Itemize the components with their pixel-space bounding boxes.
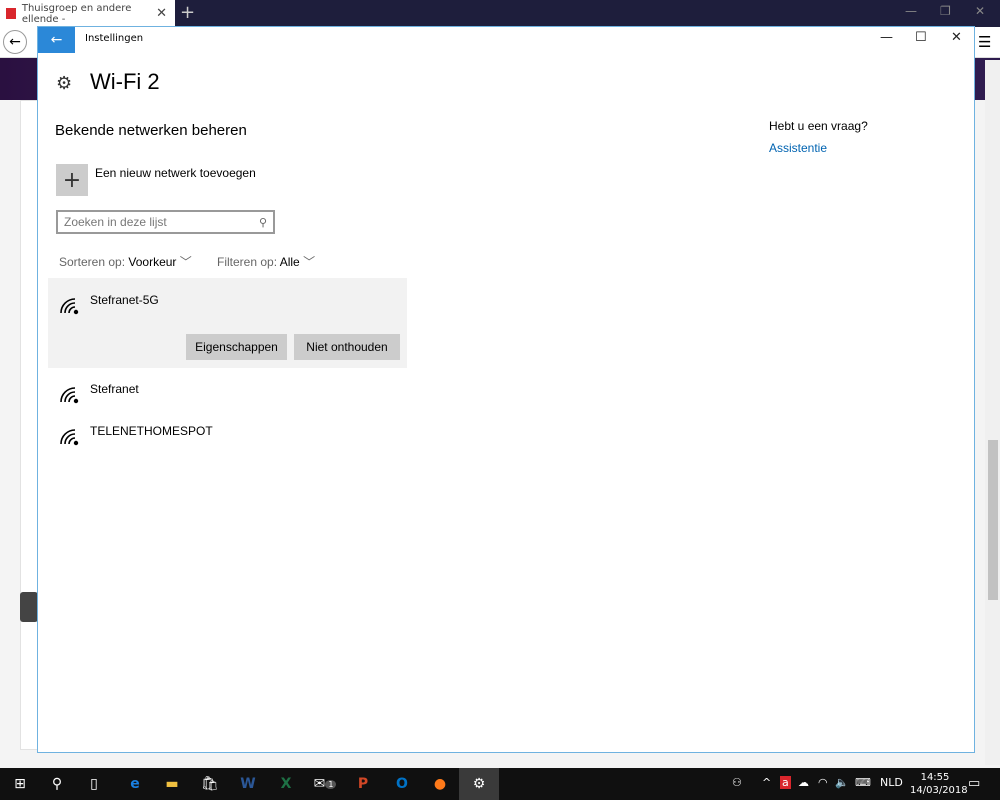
- antivirus-icon[interactable]: a: [780, 776, 791, 789]
- wifi-icon[interactable]: ◠: [818, 776, 828, 789]
- new-tab-button[interactable]: +: [180, 2, 195, 23]
- section-title: Bekende netwerken beheren: [55, 122, 247, 139]
- sort-dropdown[interactable]: Sorteren op: Voorkeur ﹀: [59, 253, 192, 270]
- powerpoint-icon[interactable]: P: [343, 768, 383, 800]
- browser-restore-button[interactable]: ❐: [940, 4, 951, 18]
- tab-title: Thuisgroep en andere ellende -: [21, 2, 132, 25]
- assistance-link[interactable]: Assistentie: [769, 141, 827, 155]
- start-icon[interactable]: ⊞: [0, 768, 40, 800]
- settings-icon[interactable]: ⚙: [459, 768, 499, 800]
- mail-icon[interactable]: ✉ 1: [305, 768, 345, 800]
- title-bar: [38, 27, 974, 53]
- sort-label: Sorteren op:: [59, 255, 126, 269]
- volume-icon[interactable]: 🔈: [835, 776, 849, 789]
- edge-icon[interactable]: e: [115, 768, 155, 800]
- firefox-icon[interactable]: ●: [420, 768, 460, 800]
- wifi-icon: [60, 429, 79, 446]
- maximize-button[interactable]: ☐: [915, 30, 927, 45]
- browser-close-button[interactable]: ✕: [975, 4, 985, 18]
- wifi-icon: [60, 298, 79, 315]
- search-input[interactable]: [64, 215, 259, 229]
- background-page-panel: [20, 100, 38, 750]
- clock[interactable]: 14:55 14/03/2018: [910, 771, 968, 797]
- action-center-icon[interactable]: ▭: [968, 776, 980, 791]
- back-button[interactable]: ←: [38, 27, 75, 53]
- browser-back-button[interactable]: ←: [3, 30, 27, 54]
- outlook-icon[interactable]: O: [382, 768, 422, 800]
- people-icon[interactable]: ⚇: [732, 776, 742, 789]
- date: 14/03/2018: [910, 785, 968, 796]
- filter-value: Alle: [279, 255, 300, 269]
- tab-close-icon[interactable]: ✕: [156, 6, 167, 21]
- search-icon[interactable]: ⚲: [259, 216, 267, 229]
- filter-dropdown[interactable]: Filteren op: Alle ﹀: [217, 253, 315, 270]
- browser-tab[interactable]: Thuisgroep en andere ellende - ✕: [0, 0, 175, 27]
- chevron-down-icon: ﹀: [179, 255, 192, 269]
- add-network-label[interactable]: Een nieuw netwerk toevoegen: [95, 166, 256, 180]
- help-question: Hebt u een vraag?: [769, 119, 868, 133]
- chevron-down-icon: ﹀: [303, 255, 316, 269]
- settings-window: ← Instellingen — ☐ ✕ ⚙ Wi-Fi 2 Bekende n…: [37, 26, 975, 753]
- background-page-button: [20, 592, 38, 622]
- store-icon[interactable]: 🛍: [190, 768, 230, 800]
- time: 14:55: [920, 772, 950, 783]
- task-view-icon[interactable]: ▯: [74, 768, 114, 800]
- network-name: Stefranet: [90, 382, 139, 396]
- taskbar: ⊞ ⚲ ▯ e ▬ 🛍 W X ✉ 1 P O ● ⚙ ⚇ ^ a ☁ ◠ 🔈 ⌨…: [0, 768, 1000, 800]
- browser-menu-button[interactable]: ☰: [978, 33, 991, 51]
- search-icon[interactable]: ⚲: [37, 768, 77, 800]
- gear-icon: ⚙: [56, 73, 73, 94]
- browser-scrollbar[interactable]: [985, 60, 1000, 765]
- network-name: TELENETHOMESPOT: [90, 424, 213, 438]
- minimize-button[interactable]: —: [880, 30, 893, 45]
- sort-value: Voorkeur: [128, 255, 177, 269]
- add-network-button[interactable]: +: [56, 164, 88, 196]
- browser-minimize-button[interactable]: —: [905, 4, 917, 18]
- wifi-icon: [60, 387, 79, 404]
- onedrive-icon[interactable]: ☁: [798, 776, 809, 789]
- mail-badge: 1: [325, 779, 337, 789]
- show-hidden-icons[interactable]: ^: [762, 776, 771, 789]
- keyboard-icon[interactable]: ⌨: [855, 776, 871, 789]
- page-title: Wi-Fi 2: [90, 69, 160, 94]
- forget-button[interactable]: Niet onthouden: [294, 334, 400, 360]
- scrollbar-thumb[interactable]: [988, 440, 998, 600]
- file-explorer-icon[interactable]: ▬: [152, 768, 192, 800]
- close-button[interactable]: ✕: [951, 30, 962, 45]
- plus-icon: +: [62, 167, 82, 193]
- window-title: Instellingen: [85, 33, 144, 44]
- properties-button[interactable]: Eigenschappen: [186, 334, 287, 360]
- excel-icon[interactable]: X: [266, 768, 306, 800]
- search-field[interactable]: ⚲: [56, 210, 275, 234]
- site-logo-icon: [6, 8, 16, 19]
- network-name: Stefranet-5G: [90, 293, 159, 307]
- word-icon[interactable]: W: [228, 768, 268, 800]
- filter-label: Filteren op:: [217, 255, 278, 269]
- language-indicator[interactable]: NLD: [880, 776, 903, 789]
